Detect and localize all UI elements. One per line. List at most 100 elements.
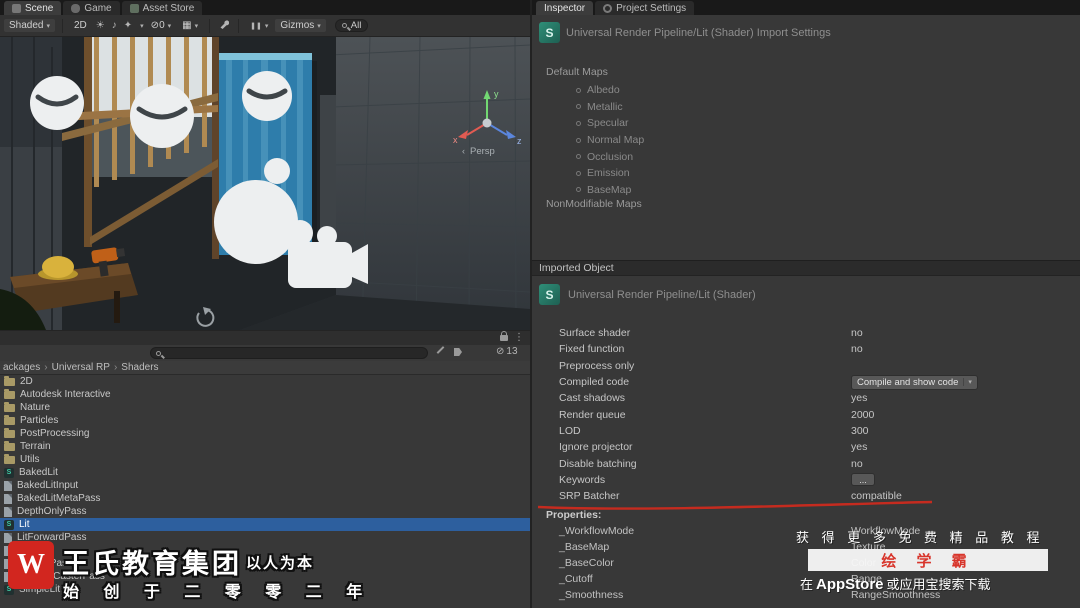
scene-3d-viewport[interactable]: y x z ‹ Persp <box>0 36 531 331</box>
audio-icon[interactable]: ♪ <box>110 20 119 31</box>
file-icon <box>4 558 12 569</box>
nonmodifiable-maps-title: NonModifiable Maps <box>546 198 642 210</box>
imported-object-bar: Imported Object <box>532 260 1080 276</box>
breadcrumb-packages[interactable]: ackages <box>3 362 40 373</box>
breadcrumb-shaders[interactable]: Shaders <box>121 362 158 373</box>
kebab-menu-icon[interactable]: ⋮ <box>514 332 524 343</box>
import-settings-title: Universal Render Pipeline/Lit (Shader) I… <box>566 27 831 39</box>
list-item[interactable]: Terrain <box>0 440 530 453</box>
camera-settings-button[interactable]: ❚❚ ▾ <box>246 21 272 31</box>
default-maps-title: Default Maps <box>546 66 608 78</box>
value: no <box>851 457 863 470</box>
hidden-objects-button[interactable]: ⊘ 0 ▾ <box>147 19 175 32</box>
divider <box>62 18 63 33</box>
grid-toggle-button[interactable]: ▦ ▾ <box>178 19 202 32</box>
map-slot-albedo[interactable]: Albedo <box>576 82 644 99</box>
file-icon <box>4 545 12 556</box>
chevron-right-icon: › <box>44 362 48 373</box>
search-icon <box>341 23 347 28</box>
map-slot-specular[interactable]: Specular <box>576 115 644 132</box>
shader-info-rows: Surface shader no Fixed function no Prepro… <box>532 325 1080 504</box>
map-slot-basemap[interactable]: BaseMap <box>576 182 644 199</box>
map-dot-icon <box>576 87 581 93</box>
tab-inspector[interactable]: Inspector <box>536 1 594 15</box>
folder-icon <box>4 414 15 425</box>
axis-x-label: x <box>453 135 458 145</box>
lighting-icon[interactable]: ☀ <box>94 20 107 31</box>
list-item[interactable]: LitMetaPass <box>0 557 530 570</box>
chevron-right-icon: › <box>113 362 118 373</box>
folder-icon <box>4 375 15 386</box>
list-item[interactable]: BakedLitInput <box>0 479 530 492</box>
tab-asset-store[interactable]: Asset Store <box>121 1 203 15</box>
row-lod: LOD 300 <box>559 424 869 437</box>
scene-toolbar: Shaded ▾ 2D ☀ ♪ ✦ ▾ ⊘ 0 ▾ ▦ ▾ ❚❚ ▾ Gizmo… <box>0 15 530 37</box>
list-item[interactable]: S BakedLit <box>0 466 530 479</box>
chevron-down-icon: ▾ <box>317 22 321 30</box>
tab-project-settings-label: Project Settings <box>616 2 687 14</box>
search-icon <box>156 350 161 356</box>
list-item[interactable]: LitInput <box>0 544 530 557</box>
map-slot-emission[interactable]: Emission <box>576 165 644 182</box>
list-item[interactable]: Nature <box>0 401 530 414</box>
inspector-panel: Inspector Project Settings S Universal R… <box>530 0 1080 608</box>
list-item-selected[interactable]: S Lit <box>0 518 530 531</box>
tab-scene-label: Scene <box>25 2 54 14</box>
shaded-dropdown[interactable]: Shaded ▾ <box>4 19 55 32</box>
asset-store-tab-icon <box>129 3 139 13</box>
tab-project-settings[interactable]: Project Settings <box>595 1 695 15</box>
keywords-button[interactable]: ... <box>851 473 875 487</box>
map-slot-metallic[interactable]: Metallic <box>576 99 644 116</box>
list-item[interactable]: PostProcessing <box>0 427 530 440</box>
map-dot-icon <box>576 104 581 110</box>
row-render-queue: Render queue 2000 <box>559 408 875 421</box>
list-item[interactable]: LitForwardPass <box>0 531 530 544</box>
list-item[interactable]: Autodesk Interactive <box>0 388 530 401</box>
slash-icon: ⊘ <box>496 346 505 357</box>
divider <box>209 18 211 33</box>
tool-wrench-icon[interactable] <box>217 19 231 32</box>
value: no <box>851 327 863 340</box>
hidden-items-count[interactable]: ⊘ 13 <box>496 346 518 357</box>
compile-and-show-code-button[interactable]: Compile and show code ▾ <box>851 374 978 390</box>
effects-icon[interactable]: ✦ <box>122 20 134 31</box>
label-tag-icon[interactable] <box>454 348 462 356</box>
slash-icon: ⊘ <box>150 20 160 31</box>
folder-icon <box>4 427 15 438</box>
row-cast-shadows: Cast shadows yes <box>559 392 868 405</box>
map-slot-occlusion[interactable]: Occlusion <box>576 148 644 165</box>
default-maps-list: Albedo Metallic Specular Normal Map Occl… <box>576 82 644 198</box>
row-disable-batching: Disable batching no <box>559 457 863 470</box>
list-item[interactable]: 2D <box>0 375 530 388</box>
edit-filter-icon[interactable] <box>436 346 445 354</box>
list-item[interactable]: Utils <box>0 453 530 466</box>
list-item[interactable]: ShadowCasterPass <box>0 570 530 583</box>
folder-icon <box>4 440 15 451</box>
persp-label[interactable]: Persp <box>470 146 495 157</box>
tab-scene[interactable]: Scene <box>4 1 62 15</box>
file-icon <box>4 480 12 491</box>
map-dot-icon <box>576 137 581 143</box>
list-item[interactable]: Particles <box>0 414 530 427</box>
chevron-down-icon: ▾ <box>963 378 972 387</box>
gizmos-dropdown[interactable]: Gizmos ▾ <box>275 19 326 32</box>
value: 2000 <box>851 408 875 421</box>
list-item[interactable]: BakedLitMetaPass <box>0 492 530 505</box>
map-slot-normal-map[interactable]: Normal Map <box>576 132 644 149</box>
chevron-down-icon: ▾ <box>167 22 172 30</box>
chevron-down-icon[interactable]: ▾ <box>140 22 144 30</box>
axis-y-label: y <box>494 89 499 99</box>
srp-batcher-value: compatible <box>851 490 902 503</box>
file-icon <box>4 532 12 543</box>
project-search-input[interactable] <box>150 347 428 359</box>
breadcrumb-universal-rp[interactable]: Universal RP <box>52 362 110 373</box>
prop-basemap: _BaseMap Texture <box>559 541 886 553</box>
axis-z-label: z <box>517 136 522 146</box>
imported-shader-header: S Universal Render Pipeline/Lit (Shader) <box>539 284 756 305</box>
lock-icon[interactable] <box>500 331 508 341</box>
2d-toggle-button[interactable]: 2D <box>70 19 91 32</box>
list-item[interactable]: DepthOnlyPass <box>0 505 530 518</box>
tab-game[interactable]: Game <box>63 1 120 15</box>
scene-search-input[interactable]: All <box>334 19 369 32</box>
list-item[interactable]: S SimpleLit <box>0 583 530 596</box>
